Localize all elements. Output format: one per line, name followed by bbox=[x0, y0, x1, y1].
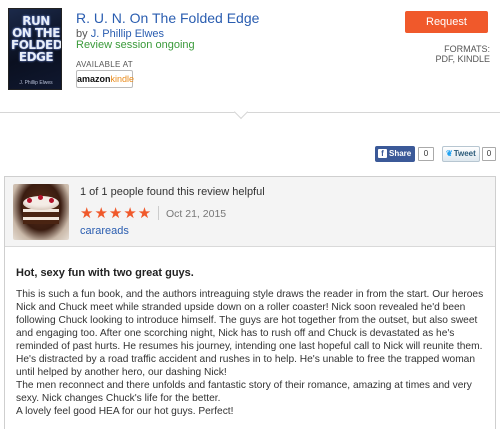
cherry-2 bbox=[38, 195, 43, 200]
review-date: Oct 21, 2015 bbox=[166, 208, 227, 220]
star-rating: ★★★★★ bbox=[80, 205, 153, 222]
kindle-product: kindle bbox=[110, 74, 135, 84]
book-header: RUN ON THE FOLDED EDGE J. Phillip Elwes … bbox=[0, 0, 500, 112]
tweet-button[interactable]: ❦Tweet bbox=[442, 146, 480, 162]
section-divider bbox=[0, 112, 500, 113]
facebook-share-count: 0 bbox=[418, 147, 434, 161]
cover-author-art: J. Phillip Elwes bbox=[19, 80, 53, 86]
facebook-share-button[interactable]: f Share bbox=[375, 146, 415, 162]
amazon-kindle-badge[interactable]: amazonkindle bbox=[76, 70, 135, 88]
reviewer-avatar[interactable] bbox=[13, 184, 69, 240]
share-row: f Share 0 ❦Tweet 0 bbox=[0, 146, 500, 164]
review-paragraph: This is such a fun book, and the authors… bbox=[16, 289, 484, 378]
review-paragraph: A lovely feel good HEA for our hot guys.… bbox=[16, 406, 234, 417]
cherry-1 bbox=[27, 198, 32, 203]
book-title[interactable]: R. U. N. On The Folded Edge bbox=[76, 10, 259, 26]
review-header: 1 of 1 people found this review helpful … bbox=[5, 177, 495, 247]
formats-value: PDF, KINDLE bbox=[435, 54, 490, 64]
review-paragraph: The men reconnect and there unfolds and … bbox=[16, 380, 472, 404]
review-status: Review session ongoing bbox=[76, 39, 195, 51]
cherry-3 bbox=[49, 198, 54, 203]
review-card: 1 of 1 people found this review helpful … bbox=[4, 176, 496, 429]
tweet-count: 0 bbox=[482, 147, 496, 161]
review-title: Hot, sexy fun with two great guys. bbox=[16, 267, 194, 279]
book-cover[interactable]: RUN ON THE FOLDED EDGE J. Phillip Elwes bbox=[8, 8, 62, 90]
facebook-icon: f bbox=[378, 149, 387, 158]
formats-label: FORMATS: bbox=[444, 44, 490, 54]
helpful-count: 1 of 1 people found this review helpful bbox=[80, 186, 265, 198]
reviewer-name-link[interactable]: carareads bbox=[80, 225, 129, 237]
tweet-label: Tweet bbox=[453, 149, 476, 158]
facebook-share-label: Share bbox=[389, 149, 412, 158]
review-body: This is such a fun book, and the authors… bbox=[16, 288, 491, 418]
twitter-bird-icon: ❦ bbox=[446, 149, 453, 158]
rating-date-separator bbox=[158, 206, 159, 220]
amazon-brand: amazon bbox=[77, 74, 111, 84]
request-button[interactable]: Request bbox=[405, 11, 488, 33]
available-at-label: AVAILABLE AT bbox=[76, 60, 133, 69]
cover-title-art: RUN ON THE FOLDED EDGE bbox=[11, 14, 62, 64]
